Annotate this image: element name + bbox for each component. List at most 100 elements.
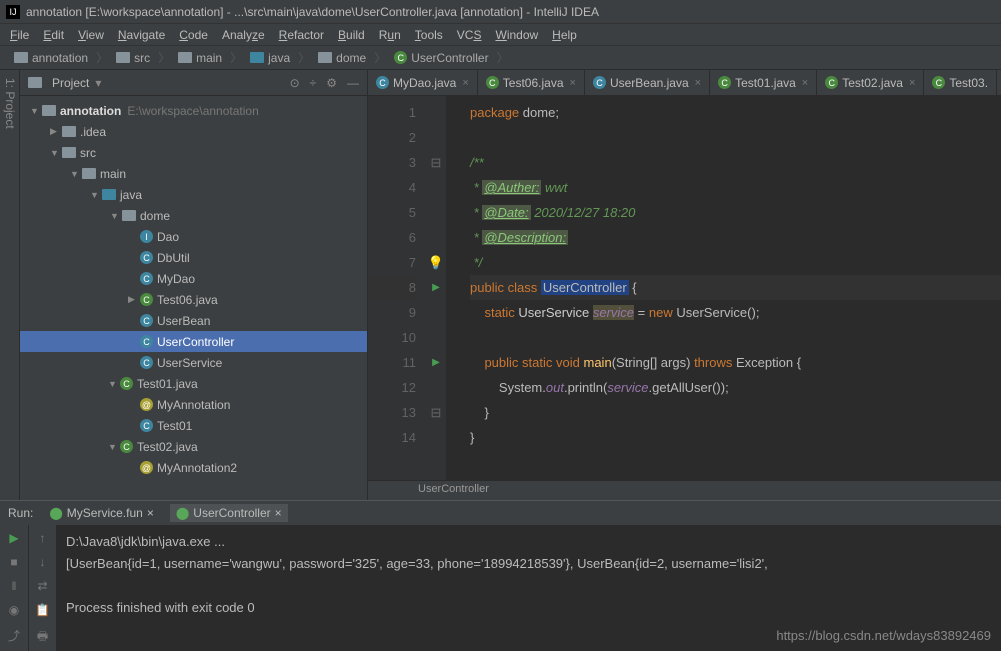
wrap-icon[interactable]: ⇄ [37, 579, 47, 593]
side-tab-project[interactable]: 1: Project [0, 70, 20, 500]
code-content[interactable]: package dome; /** * @Auther: wwt * @Date… [446, 96, 1001, 480]
watermark: https://blog.csdn.net/wdays83892469 [776, 625, 991, 647]
tree-dao[interactable]: IDao [20, 226, 367, 247]
print-icon[interactable]: 🖶 [37, 627, 48, 648]
console-line: Process finished with exit code 0 [66, 597, 991, 619]
menu-tools[interactable]: Tools [409, 26, 449, 44]
folder-icon [28, 77, 42, 88]
menu-vcs[interactable]: VCS [451, 26, 488, 44]
menu-code[interactable]: Code [173, 26, 214, 44]
close-icon[interactable]: × [802, 77, 808, 89]
tree-test01java[interactable]: ▼CTest01.java [20, 373, 367, 394]
close-icon[interactable]: × [695, 77, 701, 89]
camera-icon[interactable]: ◉ [9, 603, 19, 617]
tree-myannotation[interactable]: @MyAnnotation [20, 394, 367, 415]
tab-mydao[interactable]: CMyDao.java× [368, 70, 478, 96]
close-icon[interactable]: × [147, 506, 154, 520]
tab-test06[interactable]: CTest06.java× [478, 70, 585, 96]
crumb-dome[interactable]: dome [312, 46, 372, 70]
stop-icon[interactable]: ■ [10, 555, 17, 569]
class-icon: C [140, 314, 153, 327]
menu-view[interactable]: View [72, 26, 110, 44]
tab-test01[interactable]: CTest01.java× [710, 70, 817, 96]
code-editor[interactable]: 1234567 891011121314 ⊟ 💡 ▶ ▶ ⊟ package d… [368, 96, 1001, 480]
project-panel: Project ▾ ⊙ ÷ ⚙ — ▼annotationE:\workspac… [20, 70, 368, 500]
crumb-class[interactable]: CUserController [388, 46, 494, 70]
menu-file[interactable]: File [4, 26, 35, 44]
folder-icon [62, 126, 76, 137]
tree-test02java[interactable]: ▼CTest02.java [20, 436, 367, 457]
tree-mydao[interactable]: CMyDao [20, 268, 367, 289]
class-icon: C [718, 76, 731, 89]
menu-help[interactable]: Help [546, 26, 583, 44]
class-icon: C [140, 335, 153, 348]
menu-build[interactable]: Build [332, 26, 371, 44]
folder-icon [82, 168, 96, 179]
close-icon[interactable]: × [909, 77, 915, 89]
run-header: Run: ⬤MyService.fun× ⬤UserController× [0, 501, 1001, 525]
folder-icon [122, 210, 136, 221]
tree-idea[interactable]: ▶.idea [20, 121, 367, 142]
module-icon [42, 105, 56, 116]
crumb-src[interactable]: src [110, 46, 156, 70]
tree-test06[interactable]: ▶CTest06.java [20, 289, 367, 310]
up-icon[interactable]: ↑ [40, 531, 46, 545]
close-icon[interactable]: × [275, 506, 282, 520]
class-icon: C [932, 76, 945, 89]
tree-userservice[interactable]: CUserService [20, 352, 367, 373]
split-icon[interactable]: ÷ [310, 76, 317, 90]
tree-dbutil[interactable]: CDbUtil [20, 247, 367, 268]
scroll-icon[interactable]: 📋 [35, 603, 50, 617]
bulb-icon[interactable]: 💡 [428, 255, 444, 270]
app-icon: IJ [6, 5, 20, 19]
tree-java[interactable]: ▼java [20, 184, 367, 205]
class-icon: C [120, 377, 133, 390]
tree-root[interactable]: ▼annotationE:\workspace\annotation [20, 100, 367, 121]
pause-icon[interactable]: ‖ [12, 579, 17, 593]
tab-test03[interactable]: CTest03. [924, 70, 997, 96]
editor-area: CMyDao.java× CTest06.java× CUserBean.jav… [368, 70, 1001, 500]
menu-analyze[interactable]: Analyze [216, 26, 271, 44]
run-icon[interactable]: ▶ [426, 275, 446, 300]
class-icon: C [376, 76, 389, 89]
run-tab-usercontroller[interactable]: ⬤UserController× [170, 504, 288, 522]
close-icon[interactable]: × [462, 77, 468, 89]
tree-usercontroller[interactable]: CUserController [20, 331, 367, 352]
run-icon[interactable]: ▶ [426, 350, 446, 375]
tree-userbean[interactable]: CUserBean [20, 310, 367, 331]
menu-window[interactable]: Window [489, 26, 544, 44]
crumb-java[interactable]: java [244, 46, 296, 70]
hide-icon[interactable]: — [347, 76, 359, 90]
tree-test01[interactable]: CTest01 [20, 415, 367, 436]
class-icon: C [825, 76, 838, 89]
crumb-annotation[interactable]: annotation [8, 46, 94, 70]
close-icon[interactable]: × [570, 77, 576, 89]
crumb-main[interactable]: main [172, 46, 228, 70]
exit-icon[interactable]: ⤴ [8, 627, 20, 644]
project-tree[interactable]: ▼annotationE:\workspace\annotation ▶.ide… [20, 96, 367, 500]
menu-navigate[interactable]: Navigate [112, 26, 171, 44]
folder-icon [116, 52, 130, 63]
tab-test02[interactable]: CTest02.java× [817, 70, 924, 96]
tree-main[interactable]: ▼main [20, 163, 367, 184]
class-icon: C [140, 272, 153, 285]
tree-src[interactable]: ▼src [20, 142, 367, 163]
annotation-icon: @ [140, 398, 153, 411]
gear-icon[interactable]: ⚙ [326, 76, 337, 90]
menu-refactor[interactable]: Refactor [273, 26, 330, 44]
class-icon: C [140, 293, 153, 306]
tab-userbean[interactable]: CUserBean.java× [585, 70, 710, 96]
target-icon[interactable]: ⊙ [290, 76, 300, 90]
menu-run[interactable]: Run [373, 26, 407, 44]
rerun-icon[interactable]: ▶ [9, 531, 18, 545]
menu-edit[interactable]: Edit [37, 26, 70, 44]
run-panel: Run: ⬤MyService.fun× ⬤UserController× ▶ … [0, 500, 1001, 651]
editor-tabs: CMyDao.java× CTest06.java× CUserBean.jav… [368, 70, 1001, 96]
breadcrumb-bar: annotation〉 src〉 main〉 java〉 dome〉 CUser… [0, 46, 1001, 70]
project-label[interactable]: Project [52, 76, 89, 90]
down-icon[interactable]: ↓ [40, 555, 46, 569]
tree-myannotation2[interactable]: @MyAnnotation2 [20, 457, 367, 478]
tree-dome[interactable]: ▼dome [20, 205, 367, 226]
run-tab-myservice[interactable]: ⬤MyService.fun× [43, 504, 159, 522]
console-output[interactable]: D:\Java8\jdk\bin\java.exe ... [UserBean{… [56, 525, 1001, 651]
